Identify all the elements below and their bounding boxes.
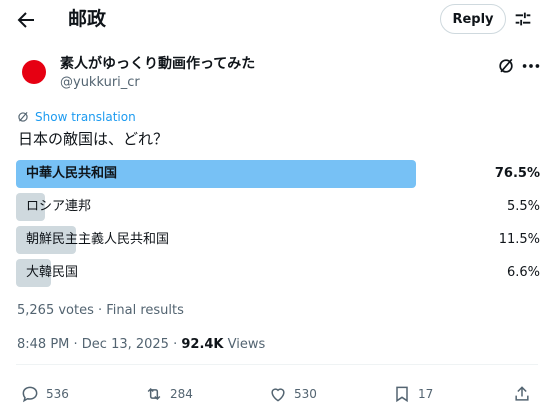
author-name[interactable]: 素人がゆっくり動画作ってみた (60, 54, 255, 74)
poll-option-percent: 76.5% (494, 166, 540, 181)
like-count: 530 (294, 387, 317, 401)
poll-results-summary: 5,265 votes · Final results (17, 303, 184, 318)
repost-count: 284 (170, 387, 193, 401)
views-label: Views (223, 337, 266, 352)
adjust-settings-icon[interactable] (512, 8, 534, 30)
divider (16, 364, 538, 365)
like-action[interactable]: 530 (268, 382, 317, 406)
poll-option-label: 大韓民国 (26, 265, 79, 280)
share-icon (515, 386, 529, 401)
poll-option: ロシア連邦 5.5% (16, 193, 540, 221)
repost-icon (147, 387, 161, 401)
poll-option: 中華人民共和国 76.5% (16, 160, 540, 188)
tweet-text: 日本の敵国は、どれ？ (18, 130, 169, 148)
share-action[interactable] (512, 382, 532, 406)
poll-option: 大韓民国 6.6% (16, 259, 540, 287)
poll-option: 朝鮮民主主義人民共和国 11.5% (16, 226, 540, 254)
avatar[interactable] (22, 60, 46, 84)
heart-icon (271, 388, 285, 402)
more-options-icon[interactable] (520, 56, 542, 76)
reply-action[interactable]: 536 (20, 382, 69, 406)
bookmark-action[interactable]: 17 (392, 382, 433, 406)
bookmark-icon (396, 386, 408, 403)
poll-option-percent: 6.6% (506, 265, 540, 280)
grok-icon[interactable] (496, 56, 516, 76)
page-title: 邮政 (68, 8, 107, 30)
top-bar: 邮政 Reply (0, 0, 554, 40)
back-arrow-icon[interactable] (14, 8, 38, 32)
show-translation-link[interactable]: Show translation (16, 108, 136, 126)
poll-option-label: 中華人民共和国 (26, 166, 118, 181)
timestamp-text[interactable]: 8:48 PM · Dec 13, 2025 · (17, 337, 181, 352)
author-handle[interactable]: @yukkuri_cr (60, 74, 140, 92)
poll: 中華人民共和国 76.5% ロシア連邦 5.5% 朝鮮民主主義人民共和国 11.… (16, 160, 540, 292)
reply-button[interactable]: Reply (440, 4, 506, 34)
tweet-actions: 536 284 530 17 (0, 382, 554, 406)
bookmark-count: 17 (418, 387, 434, 401)
poll-option-label: 朝鮮民主主義人民共和国 (26, 232, 170, 247)
tweet-timestamp: 8:48 PM · Dec 13, 2025 · 92.4K Views (17, 336, 265, 354)
show-translation-label: Show translation (35, 110, 136, 124)
poll-option-label: ロシア連邦 (26, 199, 92, 214)
translate-icon (18, 111, 28, 122)
repost-action[interactable]: 284 (144, 382, 193, 406)
views-count: 92.4K (181, 337, 224, 352)
poll-option-percent: 5.5% (506, 199, 540, 214)
reply-icon (22, 386, 38, 403)
poll-option-percent: 11.5% (498, 232, 540, 247)
reply-count: 536 (46, 387, 69, 401)
